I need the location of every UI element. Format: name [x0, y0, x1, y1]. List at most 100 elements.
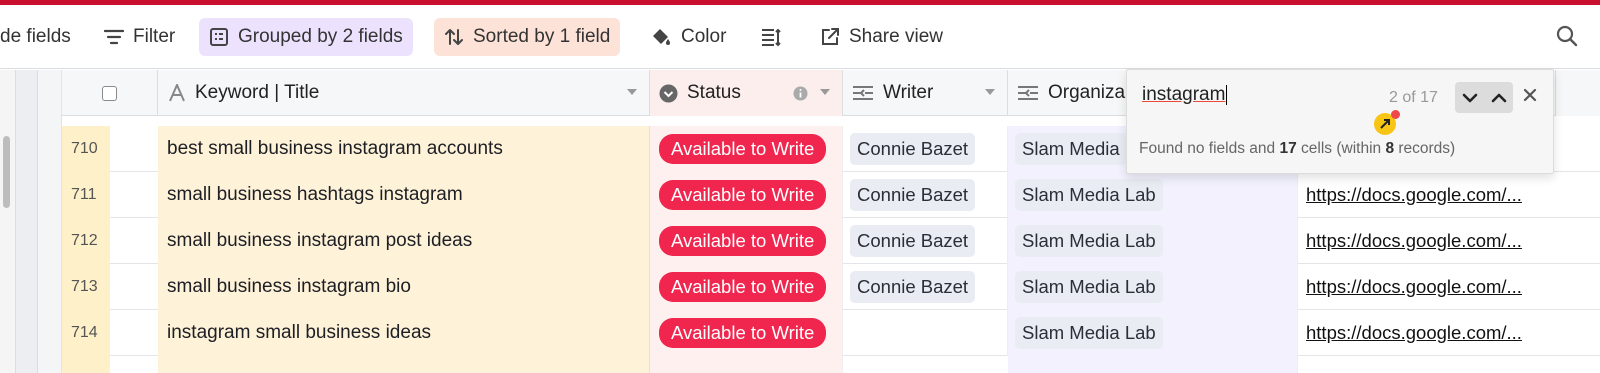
share-view-button[interactable]: Share view	[810, 18, 953, 56]
status-cell[interactable]: Available to Write	[650, 172, 843, 218]
color-button[interactable]: Color	[640, 18, 736, 56]
column-organization-label: Organiza	[1048, 82, 1126, 103]
linked-record-icon	[1018, 86, 1038, 100]
column-header-status[interactable]: Status	[650, 70, 843, 116]
writer-cell[interactable]	[843, 310, 1008, 356]
find-cells-count: 17	[1279, 140, 1297, 157]
title-cell[interactable]	[158, 356, 650, 373]
single-select-icon	[659, 84, 678, 102]
doc-link[interactable]: https://docs.google.com/...	[1298, 310, 1600, 356]
vertical-scrollbar[interactable]	[3, 136, 10, 208]
writer-pill: Connie Bazet	[850, 179, 976, 211]
group-level-1	[16, 70, 38, 373]
writer-pill: Connie Bazet	[850, 225, 976, 257]
writer-cell[interactable]: Connie Bazet	[843, 172, 1008, 218]
writer-cell[interactable]: Connie Bazet	[843, 126, 1008, 172]
paint-bucket-icon	[653, 29, 670, 45]
sort-icon	[445, 29, 463, 45]
title-cell[interactable]: small business hashtags instagram	[158, 172, 650, 218]
group-level-2	[38, 70, 62, 373]
table-row[interactable]: 712 small business instagram post ideas …	[62, 218, 1600, 264]
find-summary-post: records)	[1394, 140, 1456, 157]
column-writer-label: Writer	[883, 82, 934, 103]
status-cell[interactable]: Available to Write	[650, 310, 843, 356]
organization-cell[interactable]: Slam Media Lab	[1008, 310, 1298, 356]
select-all-cell	[62, 70, 158, 116]
row-number: 710	[62, 126, 110, 172]
text-caret	[1226, 84, 1228, 105]
row-number: 712	[62, 218, 110, 264]
organization-pill: Slam Media Lab	[1015, 317, 1163, 349]
status-cell[interactable]: Available to Write	[650, 264, 843, 310]
status-pill: Available to Write	[659, 180, 827, 210]
grouped-label: Grouped by 2 fields	[238, 26, 403, 47]
filter-label: Filter	[133, 26, 176, 47]
row-number: 713	[62, 264, 110, 310]
doc-link[interactable]: https://docs.google.com/...	[1298, 264, 1600, 310]
find-summary-mid: cells (within	[1296, 140, 1386, 157]
find-navigation	[1455, 82, 1513, 113]
writer-cell[interactable]: Connie Bazet	[843, 264, 1008, 310]
title-cell[interactable]: small business instagram bio	[158, 264, 650, 310]
sorted-label: Sorted by 1 field	[473, 26, 611, 47]
chevron-down-icon[interactable]	[1462, 92, 1478, 104]
title-cell[interactable]: instagram small business ideas	[158, 310, 650, 356]
column-header-writer[interactable]: Writer	[843, 70, 1008, 116]
doc-link[interactable]: https://docs.google.com/...	[1298, 172, 1600, 218]
group-icon	[210, 28, 228, 46]
writer-pill: Connie Bazet	[850, 271, 976, 303]
row-number: 711	[62, 172, 110, 218]
writer-cell[interactable]: Connie Bazet	[843, 218, 1008, 264]
status-pill: Available to Write	[659, 226, 827, 256]
find-search-input[interactable]: instagram	[1142, 84, 1228, 106]
status-cell[interactable]	[650, 356, 843, 373]
find-match-count: 2 of 17	[1389, 89, 1438, 106]
status-cell[interactable]: Available to Write	[650, 126, 843, 172]
row-height-button[interactable]	[750, 18, 801, 56]
table-row[interactable]	[62, 356, 1600, 373]
view-toolbar: de fields Filter Grouped by 2 fields Sor…	[0, 5, 1600, 69]
organization-cell[interactable]: Slam Media Lab	[1008, 264, 1298, 310]
organization-pill: Slam Media	[1015, 133, 1127, 165]
organization-pill: Slam Media Lab	[1015, 271, 1163, 303]
column-header-overflow	[1555, 70, 1600, 116]
organization-cell[interactable]	[1008, 356, 1298, 373]
status-cell[interactable]: Available to Write	[650, 218, 843, 264]
sorted-button[interactable]: Sorted by 1 field	[434, 18, 621, 56]
hide-fields-button[interactable]: de fields	[0, 18, 81, 56]
chevron-down-icon[interactable]	[627, 89, 637, 95]
status-pill: Available to Write	[659, 272, 827, 302]
filter-button[interactable]: Filter	[94, 18, 185, 56]
chevron-down-icon[interactable]	[820, 89, 830, 95]
table-row[interactable]: 711 small business hashtags instagram Av…	[62, 172, 1600, 218]
organization-cell[interactable]: Slam Media Lab	[1008, 172, 1298, 218]
table-row[interactable]: 714 instagram small business ideas Avail…	[62, 310, 1600, 356]
doc-link[interactable]: https://docs.google.com/...	[1298, 218, 1600, 264]
column-status-label: Status	[687, 82, 741, 103]
chevron-up-icon[interactable]	[1491, 92, 1507, 104]
info-icon[interactable]	[793, 86, 808, 101]
row-height-icon	[762, 28, 781, 47]
close-icon[interactable]	[1523, 88, 1537, 102]
column-header-title[interactable]: Keyword | Title	[158, 70, 650, 116]
grouped-button[interactable]: Grouped by 2 fields	[199, 18, 413, 56]
find-records-count: 8	[1385, 140, 1395, 157]
text-field-icon	[169, 84, 185, 102]
organization-pill: Slam Media Lab	[1015, 179, 1163, 211]
organization-cell[interactable]: Slam Media Lab	[1008, 218, 1298, 264]
status-pill: Available to Write	[659, 318, 827, 348]
filter-icon	[104, 29, 124, 45]
search-button[interactable]	[1556, 25, 1578, 52]
title-cell[interactable]: best small business instagram accounts	[158, 126, 650, 172]
hide-fields-label: de fields	[0, 26, 71, 47]
chevron-down-icon[interactable]	[985, 89, 995, 95]
search-icon	[1556, 25, 1578, 47]
select-all-checkbox[interactable]	[102, 85, 117, 101]
find-summary-pre: Found no fields and	[1139, 140, 1280, 157]
share-icon	[822, 28, 839, 45]
table-row[interactable]: 713 small business instagram bio Availab…	[62, 264, 1600, 310]
title-cell[interactable]: small business instagram post ideas	[158, 218, 650, 264]
find-query-text: instagram	[1142, 84, 1226, 105]
color-label: Color	[681, 26, 727, 47]
column-title-label: Keyword | Title	[195, 82, 320, 103]
